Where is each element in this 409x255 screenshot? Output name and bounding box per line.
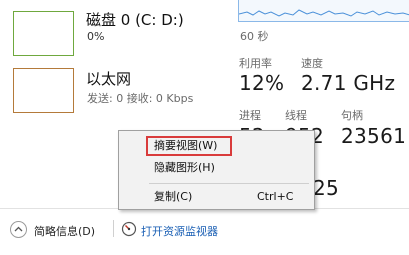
fewer-details-button[interactable] — [10, 221, 27, 238]
disk-usage: 0% — [87, 30, 105, 43]
menu-item-summary-view[interactable]: 摘要视图(W) — [119, 135, 314, 157]
processes-label: 进程 — [239, 109, 261, 122]
utilization-value: 12% — [239, 71, 285, 95]
context-menu: 摘要视图(W) 隐藏图形(H) 复制(C) Ctrl+C — [118, 130, 315, 210]
graph-time-label: 60 秒 — [240, 30, 269, 43]
ethernet-title[interactable]: 以太网 — [86, 68, 131, 89]
fewer-details-label[interactable]: 简略信息(D) — [34, 223, 95, 239]
ethernet-thumbnail-graph[interactable] — [13, 68, 74, 113]
chevron-up-icon — [14, 226, 23, 232]
handles-label: 句柄 — [341, 109, 363, 122]
menu-separator — [149, 183, 309, 184]
speed-value: 2.71 GHz — [301, 71, 396, 95]
uptime-value-partial: 25 — [313, 176, 340, 200]
cpu-usage-graph — [238, 0, 409, 22]
disk-thumbnail-graph[interactable] — [13, 11, 74, 56]
menu-item-copy-shortcut: Ctrl+C — [257, 190, 294, 203]
resource-monitor-icon[interactable] — [121, 221, 137, 237]
handles-value: 23561 — [341, 124, 407, 148]
menu-item-hide-graphs-label: 隐藏图形(H) — [154, 161, 215, 174]
menu-item-copy-label: 复制(C) — [154, 190, 193, 203]
footer-separator — [113, 220, 114, 237]
ethernet-stats: 发送: 0 接收: 0 Kbps — [87, 92, 194, 105]
menu-item-summary-view-label: 摘要视图(W) — [154, 139, 218, 152]
speed-label: 速度 — [301, 57, 323, 70]
menu-item-hide-graphs[interactable]: 隐藏图形(H) — [119, 157, 314, 179]
disk-title[interactable]: 磁盘 0 (C: D:) — [86, 9, 184, 30]
open-resource-monitor-link[interactable]: 打开资源监视器 — [141, 223, 218, 239]
utilization-label: 利用率 — [239, 57, 272, 70]
menu-item-copy[interactable]: 复制(C) Ctrl+C — [119, 186, 314, 208]
threads-label: 线程 — [285, 109, 307, 122]
